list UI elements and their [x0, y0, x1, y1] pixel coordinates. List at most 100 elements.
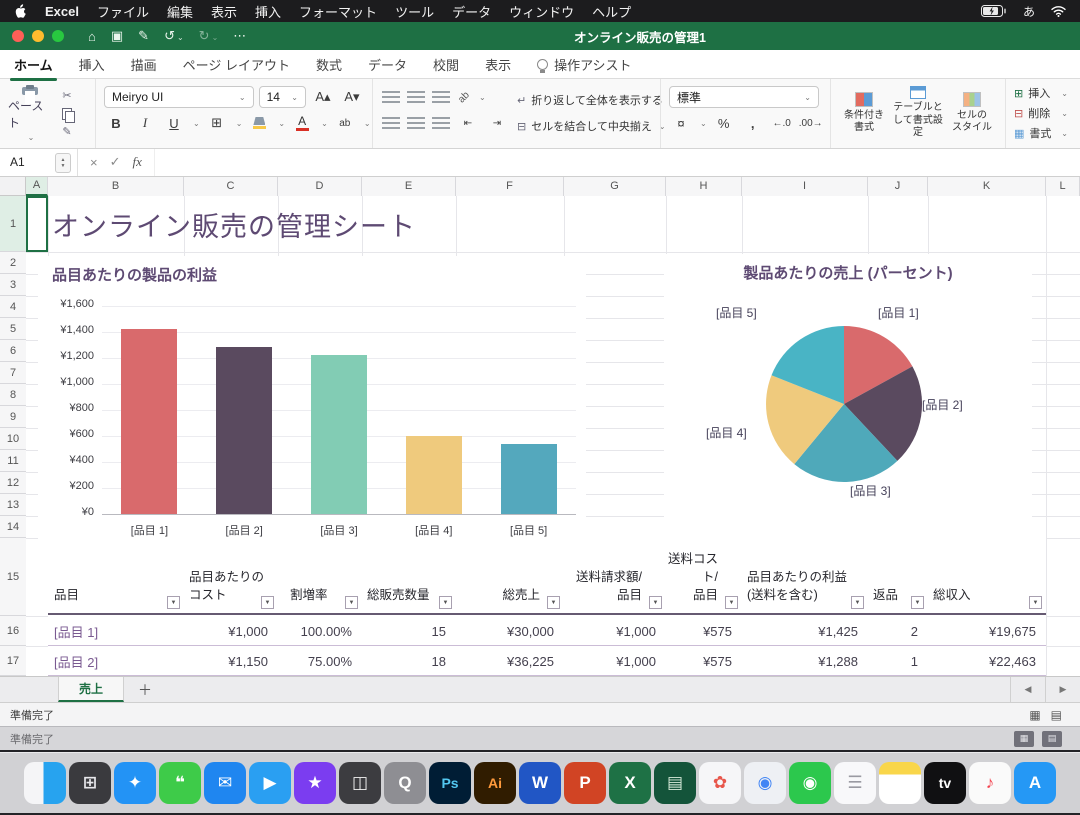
battery-icon[interactable] [981, 5, 1007, 17]
menu-item-7[interactable]: データ [452, 2, 491, 21]
ribbon-tab-4[interactable]: 数式 [316, 55, 342, 74]
sheet-tab-sales[interactable]: 売上 [58, 677, 124, 702]
ribbon-tab-6[interactable]: 校閲 [433, 55, 459, 74]
increase-decimal-button[interactable]: .00→ [799, 112, 823, 134]
page-layout-view-button[interactable]: ▤ [1051, 708, 1062, 722]
menu-item-4[interactable]: 挿入 [255, 2, 281, 21]
menu-item-3[interactable]: 表示 [211, 2, 237, 21]
number-format-select[interactable]: 標準 ⌄ [669, 86, 819, 108]
table-cell-r1-c8[interactable]: 1 [868, 646, 928, 676]
dock-imovie[interactable]: ★ [294, 762, 336, 804]
dock-illustrator[interactable]: Ai [474, 762, 516, 804]
copy-button[interactable] [58, 106, 76, 121]
bold-button[interactable]: B [104, 112, 128, 134]
column-header-B[interactable]: B [48, 176, 184, 196]
menu-item-9[interactable]: ヘルプ [592, 2, 631, 21]
sheet-grid[interactable]: オンライン販売の管理シート ¥1,600¥1,400¥1,200¥1,000¥8… [26, 196, 1080, 676]
row-header-10[interactable]: 10 [0, 428, 26, 450]
menu-item-1[interactable]: ファイル [97, 2, 149, 21]
dock-spreadsheet-doc[interactable]: ▤ [654, 762, 696, 804]
cut-button[interactable]: ✂ [58, 88, 76, 103]
ribbon-tab-5[interactable]: データ [368, 55, 407, 74]
filter-button[interactable]: ▼ [345, 596, 358, 609]
table-cell-r1-c4[interactable]: ¥36,225 [456, 646, 564, 676]
filter-button[interactable]: ▼ [547, 596, 560, 609]
filter-button[interactable]: ▼ [261, 596, 274, 609]
select-all-corner[interactable] [0, 176, 26, 196]
dock-quicktime[interactable]: Q [384, 762, 426, 804]
dock-messages[interactable]: ❝ [159, 762, 201, 804]
filter-button[interactable]: ▼ [439, 596, 452, 609]
row-header-2[interactable]: 2 [0, 252, 26, 274]
dock-app-store[interactable]: A [1014, 762, 1056, 804]
more-toolbar-button[interactable]: ⋯ [233, 28, 246, 44]
insert-cells-button[interactable]: ⊞ 挿入 ⌄ [1014, 84, 1072, 102]
save-as-icon[interactable]: ✎ [138, 28, 149, 44]
bar-chart[interactable]: ¥1,600¥1,400¥1,200¥1,000¥800¥600¥400¥200… [38, 256, 586, 546]
dock-notes[interactable] [879, 762, 921, 804]
row-header-11[interactable]: 11 [0, 450, 26, 472]
fill-color-button[interactable] [247, 112, 271, 134]
table-cell-r0-c5[interactable]: ¥1,000 [564, 616, 666, 646]
home-icon[interactable]: ⌂ [88, 29, 96, 44]
increase-font-size-button[interactable]: A▴ [311, 86, 335, 108]
text-orientation-button[interactable]: ab [454, 87, 473, 106]
redo-button[interactable]: ↻⌄ [199, 28, 219, 44]
filter-button[interactable]: ▼ [1029, 596, 1042, 609]
dock-apple-tv[interactable]: tv [924, 762, 966, 804]
column-header-A[interactable]: A [26, 176, 48, 196]
decrease-decimal-button[interactable]: ←.0 [770, 112, 794, 134]
conditional-formatting-button[interactable]: 条件付き 書式 [839, 92, 889, 135]
menu-item-8[interactable]: ウィンドウ [509, 2, 574, 21]
row-header-15[interactable]: 15 [0, 538, 26, 616]
align-center-button[interactable] [407, 117, 425, 129]
row-header-16[interactable]: 16 [0, 616, 26, 646]
table-cell-r0-c9[interactable]: ¥19,675 [928, 616, 1046, 646]
row-header-3[interactable]: 3 [0, 274, 26, 296]
wifi-icon[interactable] [1051, 6, 1066, 17]
dock-word[interactable]: W [519, 762, 561, 804]
scroll-tabs-right-button[interactable]: ▶ [1045, 677, 1080, 702]
cell-styles-button[interactable]: セルの スタイル [947, 92, 997, 135]
dock-powerpoint[interactable]: P [564, 762, 606, 804]
table-cell-r1-c3[interactable]: 18 [362, 646, 456, 676]
currency-format-button[interactable]: ¤ [669, 112, 693, 134]
dock-facetime[interactable]: ▶ [249, 762, 291, 804]
column-header-L[interactable]: L [1046, 176, 1080, 196]
filter-button[interactable]: ▼ [851, 596, 864, 609]
column-header-J[interactable]: J [868, 176, 928, 196]
save-icon[interactable]: ▣ [111, 28, 123, 44]
column-header-D[interactable]: D [278, 176, 362, 196]
percent-format-button[interactable]: % [712, 112, 736, 134]
apple-menu[interactable] [14, 4, 27, 19]
table-cell-r1-c9[interactable]: ¥22,463 [928, 646, 1046, 676]
dock-photoshop[interactable]: Ps [429, 762, 471, 804]
font-color-button[interactable]: A [290, 112, 314, 134]
row-header-17[interactable]: 17 [0, 646, 26, 676]
dock-safari[interactable]: ✦ [114, 762, 156, 804]
table-cell-r0-c0[interactable]: [品目 1] [48, 616, 184, 646]
row-header-9[interactable]: 9 [0, 406, 26, 428]
menu-item-6[interactable]: ツール [395, 2, 434, 21]
cancel-entry-button[interactable]: × [90, 155, 98, 170]
ribbon-tab-7[interactable]: 表示 [485, 55, 511, 74]
decrease-font-size-button[interactable]: A▾ [340, 86, 364, 108]
row-header-7[interactable]: 7 [0, 362, 26, 384]
menu-item-2[interactable]: 編集 [167, 2, 193, 21]
row-header-5[interactable]: 5 [0, 318, 26, 340]
formula-input[interactable] [155, 148, 1080, 176]
row-header-8[interactable]: 8 [0, 384, 26, 406]
align-right-button[interactable] [432, 117, 450, 129]
row-header-14[interactable]: 14 [0, 516, 26, 538]
phonetic-guide-button[interactable]: ab [333, 112, 357, 134]
table-cell-r0-c1[interactable]: ¥1,000 [184, 616, 278, 646]
dock-music[interactable]: ♪ [969, 762, 1011, 804]
dock-mail[interactable]: ✉ [204, 762, 246, 804]
menu-item-0[interactable]: Excel [45, 4, 79, 19]
confirm-entry-button[interactable]: ✓ [110, 154, 121, 170]
table-cell-r0-c7[interactable]: ¥1,425 [742, 616, 868, 646]
align-left-button[interactable] [382, 117, 400, 129]
add-sheet-button[interactable]: ＋ [138, 680, 152, 700]
dock-clips[interactable]: ◫ [339, 762, 381, 804]
filter-button[interactable]: ▼ [725, 596, 738, 609]
